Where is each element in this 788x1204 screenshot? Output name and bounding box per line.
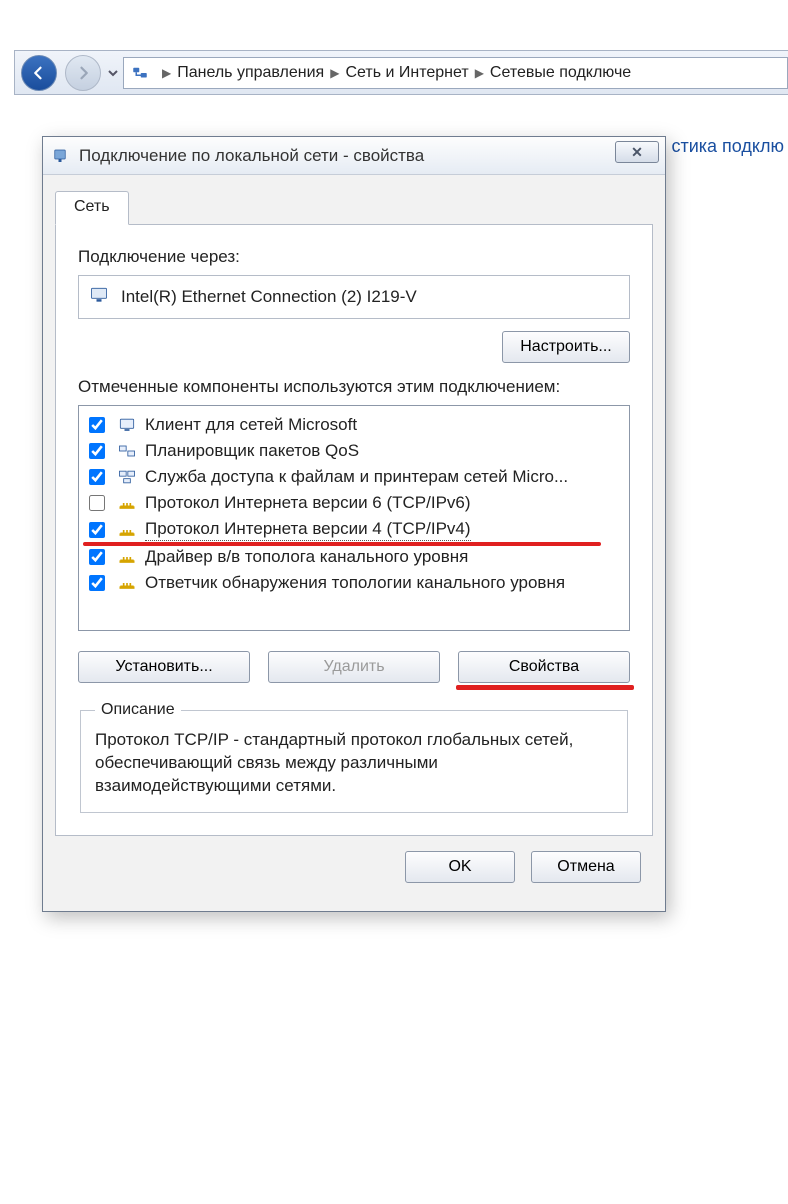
nav-forward-button[interactable] <box>65 55 101 91</box>
component-row[interactable]: Клиент для сетей Microsoft <box>83 412 625 438</box>
dialog-close-button[interactable]: ✕ <box>615 141 659 163</box>
adapter-name: Intel(R) Ethernet Connection (2) I219-V <box>121 287 417 307</box>
dialog-body: Сеть Подключение через: Intel(R) Etherne… <box>43 175 665 911</box>
remove-button[interactable]: Удалить <box>268 651 440 683</box>
chevron-right-icon: ▶ <box>475 66 484 80</box>
explorer-toolbar: ▶ Панель управления ▶ Сеть и Интернет ▶ … <box>14 50 788 95</box>
configure-button[interactable]: Настроить... <box>502 331 630 363</box>
component-row[interactable]: Драйвер в/в тополога канального уровня <box>83 544 625 570</box>
network-location-icon <box>130 63 150 83</box>
component-label: Драйвер в/в тополога канального уровня <box>145 547 468 567</box>
arrow-left-icon <box>30 64 48 82</box>
component-label: Служба доступа к файлам и принтерам сете… <box>145 467 568 487</box>
component-checkbox[interactable] <box>89 575 105 591</box>
chevron-right-icon: ▶ <box>330 66 339 80</box>
component-checkbox[interactable] <box>89 469 105 485</box>
nav-history-dropdown-icon[interactable] <box>107 63 119 83</box>
breadcrumb-item[interactable]: Панель управления <box>177 64 324 82</box>
proto-icon <box>117 573 137 593</box>
component-row[interactable]: Служба доступа к файлам и принтерам сете… <box>83 464 625 490</box>
proto-icon <box>117 547 137 567</box>
highlight-underline <box>456 685 634 690</box>
component-label: Протокол Интернета версии 4 (TCP/IPv4) <box>145 519 471 541</box>
components-label: Отмеченные компоненты используются этим … <box>78 377 630 397</box>
tab-page-network: Подключение через: Intel(R) Ethernet Con… <box>55 224 653 836</box>
description-legend: Описание <box>95 701 181 719</box>
component-row[interactable]: Ответчик обнаружения топологии канальног… <box>83 570 625 596</box>
breadcrumb-item[interactable]: Сетевые подключе <box>490 64 631 82</box>
chevron-right-icon: ▶ <box>162 66 171 80</box>
dialog-titlebar: Подключение по локальной сети - свойства… <box>43 137 665 175</box>
component-label: Планировщик пакетов QoS <box>145 441 359 461</box>
tab-row: Сеть <box>55 191 653 225</box>
connection-properties-dialog: Подключение по локальной сети - свойства… <box>42 136 666 912</box>
component-row[interactable]: Протокол Интернета версии 4 (TCP/IPv4) <box>83 516 625 544</box>
component-label: Ответчик обнаружения топологии канальног… <box>145 573 565 593</box>
description-group: Описание Протокол TCP/IP - стандартный п… <box>80 701 628 813</box>
connect-via-label: Подключение через: <box>78 247 630 267</box>
cancel-button[interactable]: Отмена <box>531 851 641 883</box>
component-checkbox[interactable] <box>89 495 105 511</box>
arrow-right-icon <box>74 64 92 82</box>
proto-icon <box>117 493 137 513</box>
nav-back-button[interactable] <box>21 55 57 91</box>
component-row[interactable]: Протокол Интернета версии 6 (TCP/IPv6) <box>83 490 625 516</box>
proto-icon <box>117 520 137 540</box>
component-checkbox[interactable] <box>89 443 105 459</box>
component-row[interactable]: Планировщик пакетов QoS <box>83 438 625 464</box>
ok-button[interactable]: OK <box>405 851 515 883</box>
tab-network[interactable]: Сеть <box>55 191 129 225</box>
component-label: Клиент для сетей Microsoft <box>145 415 357 435</box>
component-label: Протокол Интернета версии 6 (TCP/IPv6) <box>145 493 471 513</box>
description-text: Протокол TCP/IP - стандартный протокол г… <box>95 729 613 798</box>
close-icon: ✕ <box>631 144 643 161</box>
dialog-footer: OK Отмена <box>51 837 657 899</box>
component-checkbox[interactable] <box>89 522 105 538</box>
client-icon <box>117 415 137 435</box>
component-checkbox[interactable] <box>89 549 105 565</box>
share-icon <box>117 467 137 487</box>
components-list[interactable]: Клиент для сетей Microsoft Планировщик па… <box>78 405 630 631</box>
network-adapter-icon <box>51 147 69 165</box>
sched-icon <box>117 441 137 461</box>
adapter-icon <box>89 285 109 310</box>
component-checkbox[interactable] <box>89 417 105 433</box>
properties-button[interactable]: Свойства <box>458 651 630 683</box>
background-diagnostics-link[interactable]: стика подклю <box>659 128 788 165</box>
install-button[interactable]: Установить... <box>78 651 250 683</box>
address-bar[interactable]: ▶ Панель управления ▶ Сеть и Интернет ▶ … <box>123 57 788 89</box>
dialog-title: Подключение по локальной сети - свойства <box>79 146 424 166</box>
adapter-field[interactable]: Intel(R) Ethernet Connection (2) I219-V <box>78 275 630 319</box>
breadcrumb-item[interactable]: Сеть и Интернет <box>345 64 468 82</box>
